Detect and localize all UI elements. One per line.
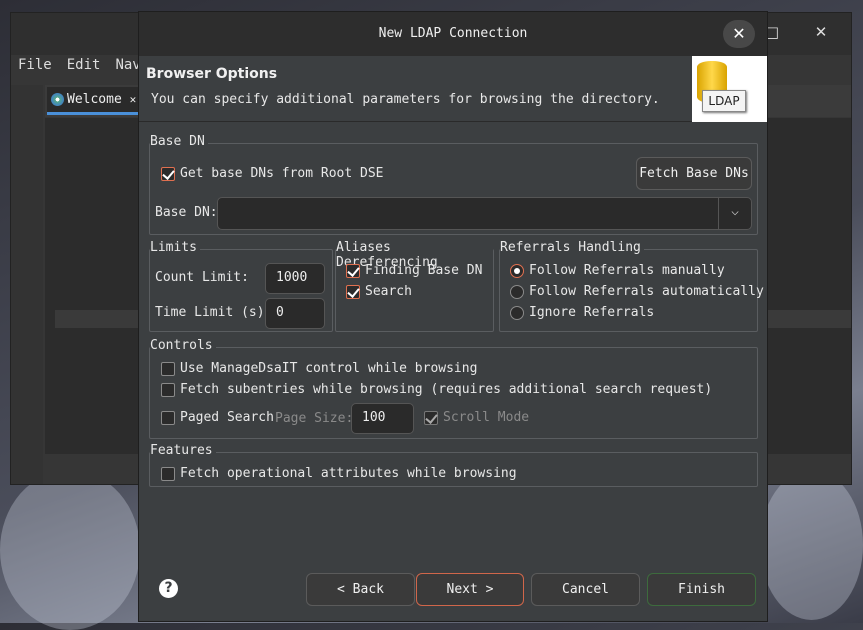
follow-automatically-label: Follow Referrals automatically [529, 284, 764, 299]
checkbox-box[interactable] [161, 361, 175, 376]
wizard-header: Browser Options You can specify addition… [139, 56, 767, 122]
ldap-logo-icon: LDAP [692, 56, 767, 122]
paged-search-checkbox[interactable]: Paged Search [161, 410, 274, 425]
ldap-logo-label: LDAP [702, 90, 746, 112]
help-icon[interactable]: ? [159, 579, 178, 598]
limits-group-label: Limits [150, 240, 200, 255]
dialog-close-button[interactable]: ✕ [723, 20, 755, 48]
menu-bar: File Edit Navig [11, 57, 158, 79]
scroll-mode-checkbox[interactable]: Scroll Mode [424, 410, 529, 425]
checkbox-box[interactable] [161, 166, 175, 181]
follow-automatically-radio[interactable]: Follow Referrals automatically [510, 284, 764, 299]
search-checkbox[interactable]: Search [346, 284, 412, 299]
base-dn-field-label: Base DN: [155, 205, 218, 220]
page-size-label: Page Size: [275, 411, 354, 426]
close-icon[interactable]: ✕ [806, 23, 836, 45]
fetch-operational-checkbox[interactable]: Fetch operational attributes while brows… [161, 466, 517, 481]
checkbox-box[interactable] [424, 410, 438, 425]
time-limit-label: Time Limit (s): [155, 305, 273, 320]
fetch-subentries-checkbox[interactable]: Fetch subentries while browsing (require… [161, 382, 712, 397]
follow-manually-label: Follow Referrals manually [529, 263, 725, 278]
features-group-label: Features [150, 443, 216, 458]
base-dn-combobox[interactable]: ⌵ [217, 197, 752, 230]
back-button[interactable]: < Back [306, 573, 415, 606]
menu-file[interactable]: File [18, 57, 52, 79]
follow-manually-radio[interactable]: Follow Referrals manually [510, 263, 725, 278]
get-base-dns-label: Get base DNs from Root DSE [180, 166, 384, 181]
checkbox-box[interactable] [346, 263, 360, 278]
next-button[interactable]: Next > [416, 573, 524, 606]
fetch-subentries-label: Fetch subentries while browsing (require… [180, 382, 713, 397]
checkbox-box[interactable] [161, 466, 175, 481]
referrals-group-label: Referrals Handling [500, 240, 644, 255]
checkbox-box[interactable] [161, 410, 175, 425]
fetch-operational-label: Fetch operational attributes while brows… [180, 466, 517, 481]
page-size-input[interactable]: 100 [351, 403, 414, 434]
ignore-referrals-label: Ignore Referrals [529, 305, 655, 320]
manage-dsait-checkbox[interactable]: Use ManageDsaIT control while browsing [161, 361, 477, 376]
get-base-dns-checkbox[interactable]: Get base DNs from Root DSE [161, 166, 384, 181]
wallpaper-shape [760, 470, 863, 620]
radio-button[interactable] [510, 305, 524, 320]
new-ldap-connection-dialog: New LDAP Connection ✕ Browser Options Yo… [138, 11, 768, 622]
search-label: Search [365, 284, 412, 299]
welcome-icon [51, 93, 64, 106]
fetch-base-dns-button[interactable]: Fetch Base DNs [636, 157, 752, 190]
radio-button[interactable] [510, 284, 524, 299]
controls-group-label: Controls [150, 338, 216, 353]
dropdown-arrow-area[interactable]: ⌵ [718, 198, 751, 229]
base-dn-group-label: Base DN [150, 134, 208, 149]
paged-search-label: Paged Search [180, 410, 274, 425]
manage-dsait-label: Use ManageDsaIT control while browsing [180, 361, 478, 376]
cancel-button[interactable]: Cancel [531, 573, 640, 606]
checkbox-box[interactable] [346, 284, 360, 299]
finish-button[interactable]: Finish [647, 573, 756, 606]
left-toolbar [11, 85, 43, 484]
time-limit-input[interactable]: 0 [265, 298, 325, 329]
radio-button[interactable] [510, 263, 524, 278]
scroll-mode-label: Scroll Mode [443, 410, 530, 425]
finding-base-dn-checkbox[interactable]: Finding Base DN [346, 263, 482, 278]
menu-edit[interactable]: Edit [67, 57, 101, 79]
page-title: Browser Options [146, 66, 278, 82]
finding-base-dn-label: Finding Base DN [365, 263, 483, 278]
page-description: You can specify additional parameters fo… [151, 92, 660, 107]
dialog-title: New LDAP Connection [139, 12, 767, 56]
count-limit-input[interactable]: 1000 [265, 263, 325, 294]
count-limit-label: Count Limit: [155, 270, 249, 285]
ignore-referrals-radio[interactable]: Ignore Referrals [510, 305, 654, 320]
tab-welcome-label: Welcome [67, 92, 122, 107]
tab-welcome[interactable]: Welcome ✕ [47, 87, 147, 115]
wallpaper-shape [0, 470, 140, 630]
tab-close-icon[interactable]: ✕ [130, 93, 137, 106]
checkbox-box[interactable] [161, 382, 175, 397]
